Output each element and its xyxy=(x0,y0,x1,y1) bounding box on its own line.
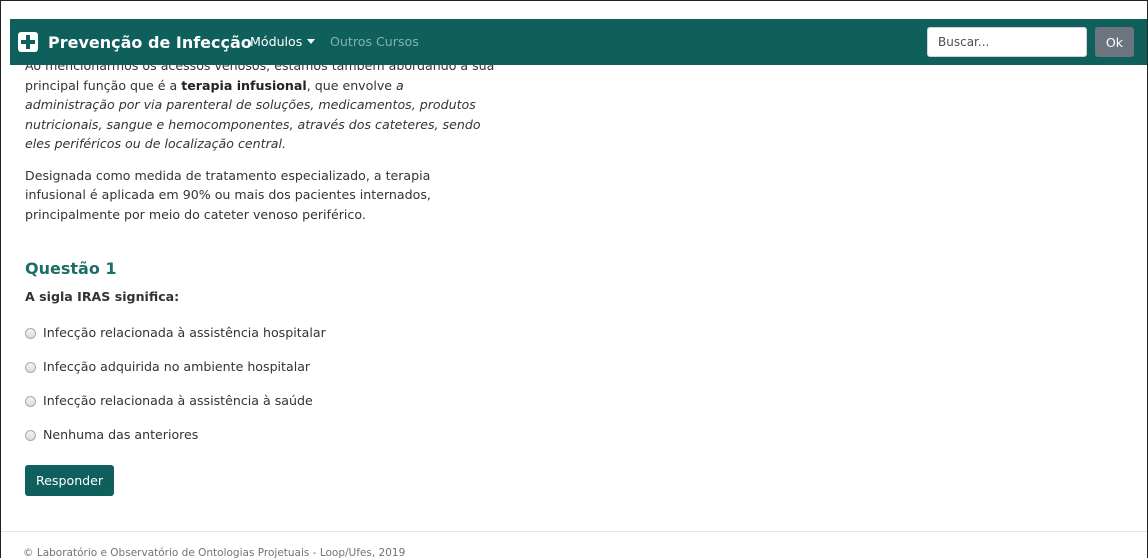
nav-modulos-dropdown[interactable]: Módulos xyxy=(250,34,316,49)
responder-button[interactable]: Responder xyxy=(25,465,115,496)
caret-down-icon xyxy=(307,39,316,44)
question-text: A sigla IRAS significa: xyxy=(25,289,180,304)
radio-button[interactable] xyxy=(25,361,36,373)
answer-option-4[interactable]: Nenhuma das anteriores xyxy=(25,418,495,452)
search-input[interactable] xyxy=(927,27,1087,57)
answer-option-1[interactable]: Infecção relacionada à assistência hospi… xyxy=(25,316,495,350)
nav-modulos-label: Módulos xyxy=(250,34,303,49)
paragraph-terapia: Ao mencionarmos os acessos venosos, esta… xyxy=(25,58,495,151)
brand-link[interactable]: Prevenção de Infecção xyxy=(18,32,252,52)
radio-button[interactable] xyxy=(25,429,36,441)
main-content: Ao mencionarmos os acessos venosos, esta… xyxy=(25,41,495,496)
option-label: Infecção relacionada à assistência hospi… xyxy=(43,325,326,341)
question-title: Questão 1 xyxy=(25,259,117,278)
option-label: Infecção adquirida no ambiente hospitala… xyxy=(43,359,311,375)
paragraph-designada: Designada como medida de tratamento espe… xyxy=(25,167,431,222)
navbar: Prevenção de Infecção Módulos Outros Cur… xyxy=(1,1,1147,65)
answer-option-2[interactable]: Infecção adquirida no ambiente hospitala… xyxy=(25,350,495,384)
page-frame: Ao mencionarmos os acessos venosos, esta… xyxy=(0,0,1148,558)
brand-title: Prevenção de Infecção xyxy=(48,32,252,52)
option-label: Infecção relacionada à assistência à saú… xyxy=(43,393,313,409)
footer-copyright: © Laboratório e Observatório de Ontologi… xyxy=(23,547,406,558)
medical-cross-icon xyxy=(18,32,38,52)
answer-option-3[interactable]: Infecção relacionada à assistência à saú… xyxy=(25,384,495,418)
answer-options: Infecção relacionada à assistência hospi… xyxy=(25,316,495,452)
radio-button[interactable] xyxy=(25,395,36,407)
bold-term: terapia infusional xyxy=(181,77,307,93)
nav-outros-cursos[interactable]: Outros Cursos xyxy=(330,34,419,49)
search-ok-button[interactable]: Ok xyxy=(1095,27,1134,57)
radio-button[interactable] xyxy=(25,327,36,339)
footer: © Laboratório e Observatório de Ontologi… xyxy=(1,531,1147,558)
option-label: Nenhuma das anteriores xyxy=(43,427,199,443)
